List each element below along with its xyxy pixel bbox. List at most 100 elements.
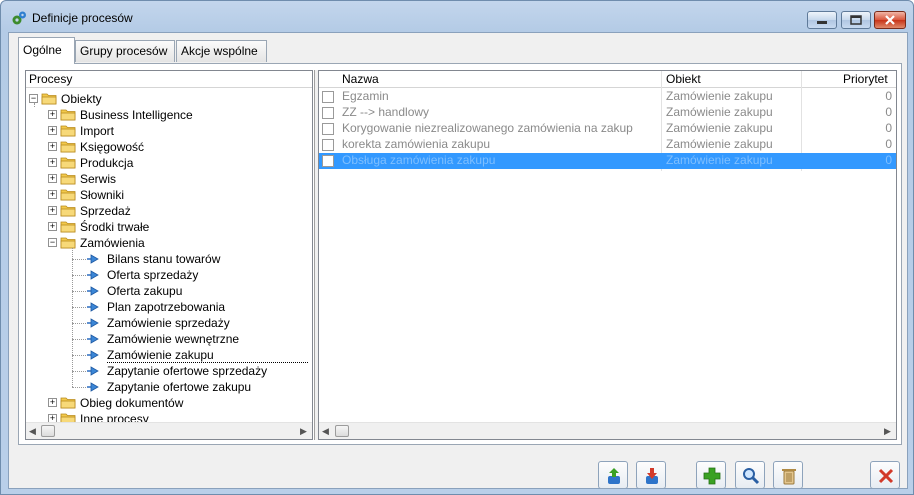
table-row[interactable]: Egzamin Zamówienie zakupu 0 [319, 89, 896, 105]
scroll-thumb[interactable] [335, 425, 349, 437]
expand-toggle[interactable]: + [48, 206, 57, 215]
tree-connector [72, 387, 86, 388]
folder-icon [41, 92, 57, 105]
tree-folder-label[interactable]: Business Intelligence [80, 107, 193, 123]
tree-connector [72, 355, 86, 356]
export-button[interactable] [598, 461, 628, 489]
tree-process-label[interactable]: Zamówienie wewnętrzne [107, 331, 239, 347]
expand-toggle[interactable]: + [48, 158, 57, 167]
folder-icon [60, 236, 76, 249]
column-nazwa[interactable]: Nazwa [342, 72, 379, 86]
expand-toggle[interactable]: + [48, 398, 57, 407]
tab-akcje-wspolne[interactable]: Akcje wspólne [176, 40, 267, 62]
table-row-selected[interactable]: Obsługa zamówienia zakupu Zamówienie zaku… [319, 153, 896, 169]
add-button[interactable] [696, 461, 726, 489]
tree-process-label-selected[interactable]: Zamówienie zakupu [107, 347, 308, 363]
collapse-toggle[interactable]: − [48, 238, 57, 247]
delete-icon [782, 469, 796, 485]
cell-priorytet: 0 [885, 121, 892, 135]
add-icon [703, 467, 721, 485]
tree-process-label[interactable]: Oferta sprzedaży [107, 267, 198, 283]
table-row[interactable]: ZZ --> handlowy Zamówienie zakupu 0 [319, 105, 896, 121]
table-row[interactable]: korekta zamówienia zakupu Zamówienie zaku… [319, 137, 896, 153]
tree-folder-label[interactable]: Obieg dokumentów [80, 395, 183, 411]
tree-connector [72, 291, 86, 292]
tab-ogolne[interactable]: Ogólne [18, 37, 75, 64]
tree-process-label[interactable]: Zamówienie sprzedaży [107, 315, 230, 331]
tree-process-label[interactable]: Zapytanie ofertowe sprzedaży [107, 363, 267, 379]
tree-process-label[interactable]: Oferta zakupu [107, 283, 182, 299]
column-priorytet[interactable]: Priorytet [843, 72, 888, 86]
process-node-icon [86, 381, 100, 393]
maximize-button[interactable] [841, 11, 871, 29]
expand-toggle[interactable]: + [48, 190, 57, 199]
cancel-button[interactable] [870, 461, 900, 489]
tree-hscrollbar[interactable]: ◀ ▶ [26, 422, 312, 439]
preview-icon [743, 468, 760, 485]
row-checkbox[interactable] [322, 123, 334, 135]
minimize-button[interactable] [807, 11, 837, 29]
row-checkbox[interactable] [322, 155, 334, 167]
process-tree[interactable]: − Obiekty + Business Intelligence + Import + Ks… [26, 89, 312, 423]
row-checkbox[interactable] [322, 139, 334, 151]
tree-folder-label[interactable]: Produkcja [80, 155, 133, 171]
minimize-icon [817, 21, 827, 24]
preview-button[interactable] [735, 461, 765, 489]
tree-folder-label[interactable]: Środki trwałe [80, 219, 149, 235]
expand-toggle[interactable]: + [48, 174, 57, 183]
cell-nazwa: korekta zamówienia zakupu [342, 137, 491, 151]
import-button[interactable] [636, 461, 666, 489]
tree-folder-label[interactable]: Zamówienia [80, 235, 145, 251]
table-row[interactable]: Korygowanie niezrealizowanego zamówienia… [319, 121, 896, 137]
scroll-left-icon[interactable]: ◀ [322, 426, 329, 437]
cell-nazwa: Egzamin [342, 89, 389, 103]
process-node-icon [86, 333, 100, 345]
close-button[interactable] [874, 11, 906, 29]
client-area: Ogólne Grupy procesów Akcje wspólne Proc… [8, 32, 908, 489]
tree-folder-label[interactable]: Słowniki [80, 187, 124, 203]
grid-hscrollbar[interactable]: ◀ ▶ [319, 422, 896, 439]
tree-connector [72, 339, 86, 340]
row-checkbox[interactable] [322, 91, 334, 103]
tree-connector [72, 307, 86, 308]
tree-folder-label[interactable]: Sprzedaż [80, 203, 131, 219]
maximize-icon [850, 15, 862, 25]
expand-toggle[interactable]: + [48, 126, 57, 135]
tree-header: Procesy [26, 71, 312, 88]
tree-connector [72, 371, 86, 372]
tree-folder-label[interactable]: Serwis [80, 171, 116, 187]
tree-folder-label[interactable]: Import [80, 123, 114, 139]
process-node-icon [86, 285, 100, 297]
column-obiekt[interactable]: Obiekt [666, 72, 701, 86]
tab-grupy-procesow[interactable]: Grupy procesów [75, 40, 175, 62]
cell-nazwa: Obsługa zamówienia zakupu [342, 153, 496, 167]
cell-obiekt: Zamówienie zakupu [666, 89, 773, 103]
collapse-toggle[interactable]: − [29, 94, 38, 103]
expand-toggle[interactable]: + [48, 110, 57, 119]
import-icon [646, 468, 658, 484]
tree-header-label: Procesy [29, 72, 73, 86]
tree-process-label[interactable]: Zapytanie ofertowe zakupu [107, 379, 251, 395]
tree-folder-label[interactable]: Księgowość [80, 139, 144, 155]
cell-priorytet: 0 [885, 153, 892, 167]
tree-process-label[interactable]: Plan zapotrzebowania [107, 299, 225, 315]
expand-toggle[interactable]: + [48, 142, 57, 151]
scroll-thumb[interactable] [41, 425, 55, 437]
close-icon [885, 15, 895, 25]
scroll-right-icon[interactable]: ▶ [300, 426, 307, 437]
process-grid-pane: Nazwa Obiekt Priorytet Egzamin Zamówienie… [318, 70, 897, 440]
folder-icon [60, 188, 76, 201]
tree-folder-label[interactable]: Obiekty [61, 91, 102, 107]
row-checkbox[interactable] [322, 107, 334, 119]
cell-obiekt: Zamówienie zakupu [666, 121, 773, 135]
grid-header: Nazwa Obiekt Priorytet [319, 71, 896, 88]
process-node-icon [86, 301, 100, 313]
tree-process-label[interactable]: Bilans stanu towarów [107, 251, 220, 267]
scroll-left-icon[interactable]: ◀ [29, 426, 36, 437]
cell-obiekt: Zamówienie zakupu [666, 137, 773, 151]
scroll-right-icon[interactable]: ▶ [884, 426, 891, 437]
tree-connector [72, 259, 86, 260]
expand-toggle[interactable]: + [48, 222, 57, 231]
cell-obiekt: Zamówienie zakupu [666, 105, 773, 119]
delete-button[interactable] [773, 461, 803, 489]
